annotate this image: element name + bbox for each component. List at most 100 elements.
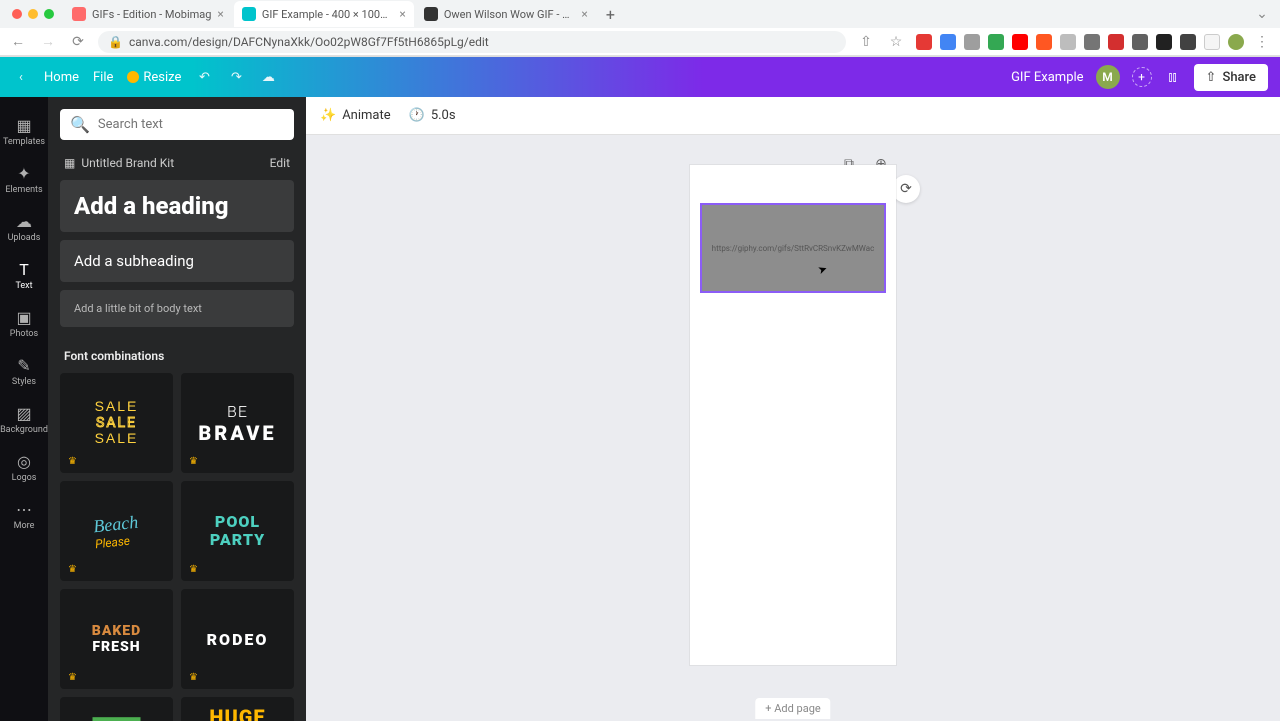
clock-icon: 🕐 [409,108,425,123]
rail-text[interactable]: TText [0,253,48,297]
duration-button[interactable]: 🕐 5.0s [409,108,456,123]
puzzle-icon[interactable] [1180,34,1196,50]
chevron-down-icon[interactable]: ⌄ [1252,6,1272,22]
rail-styles[interactable]: ✎Styles [0,349,48,393]
share-button[interactable]: ⇧ Share [1194,64,1268,91]
extension-icon[interactable] [964,34,980,50]
back-icon[interactable]: ‹ [12,68,30,86]
avatar[interactable]: M [1096,65,1120,89]
minimize-window-icon[interactable] [28,9,38,19]
close-window-icon[interactable] [12,9,22,19]
extension-icon[interactable] [1108,34,1124,50]
font-combo-baked[interactable]: BAKEDFRESH♛ [60,589,173,689]
font-combo-pool[interactable]: POOLPARTY♛ [181,481,294,581]
font-combo-huge[interactable]: HUGE [181,697,294,721]
panel-icon[interactable] [1204,34,1220,50]
crown-icon: ♛ [68,672,77,683]
selected-text-element[interactable]: ➤ https://giphy.com/gifs/SttRvCRSnvKZwMW… [700,203,886,293]
edit-brand-button[interactable]: Edit [270,156,290,170]
add-collaborator-button[interactable]: + [1132,67,1152,87]
file-menu[interactable]: File [93,70,113,85]
rail-elements[interactable]: ✦Elements [0,157,48,201]
insights-icon[interactable]: ⫾⫾ [1164,68,1182,86]
close-tab-icon[interactable]: × [399,7,405,21]
search-input[interactable]: 🔍 [60,109,294,140]
extension-icon[interactable] [1012,34,1028,50]
crown-icon: ♛ [68,564,77,575]
extension-icon[interactable] [1156,34,1172,50]
design-stage[interactable]: ➤ https://giphy.com/gifs/SttRvCRSnvKZwMW… [306,135,1280,721]
elements-icon: ✦ [14,163,34,183]
rail-photos[interactable]: ▣Photos [0,301,48,345]
crown-icon: ♛ [68,456,77,467]
extension-icon[interactable] [1060,34,1076,50]
window-controls[interactable] [8,9,62,19]
font-combo-beach[interactable]: BeachPlease♛ [60,481,173,581]
redo-button[interactable]: ↷ [227,68,245,86]
rail-background[interactable]: ▨Background [0,397,48,441]
rail-templates[interactable]: ▦Templates [0,109,48,153]
font-combo-brave[interactable]: BEBRAVE♛ [181,373,294,473]
tool-rail: ▦Templates ✦Elements ☁Uploads TText ▣Pho… [0,97,48,721]
add-heading-button[interactable]: Add a heading [60,180,294,232]
animate-button[interactable]: ✨ Animate [320,108,391,123]
brand-kit-row: ▦ Untitled Brand Kit Edit [48,152,306,180]
body-label: Add a little bit of body text [74,302,280,315]
maximize-window-icon[interactable] [44,9,54,19]
browser-tab[interactable]: Owen Wilson Wow GIF - Find & × [416,1,596,27]
add-body-button[interactable]: Add a little bit of body text [60,290,294,327]
photos-icon: ▣ [14,307,34,327]
extension-icon[interactable] [1036,34,1052,50]
extension-icon[interactable] [1132,34,1148,50]
favicon-icon [242,7,256,21]
reload-button[interactable]: ⟳ [68,34,88,50]
extension-icon[interactable] [988,34,1004,50]
upload-icon: ⇧ [1206,70,1217,85]
design-page[interactable]: ➤ https://giphy.com/gifs/SttRvCRSnvKZwMW… [690,165,896,665]
font-combo-rodeo[interactable]: RODEO♛ [181,589,294,689]
new-tab-button[interactable]: + [598,5,623,24]
tab-bar: GIFs - Edition - Mobimag × GIF Example -… [0,0,1280,28]
text-icon: T [14,259,34,279]
rail-logos[interactable]: ◎Logos [0,445,48,489]
logos-icon: ◎ [14,451,34,471]
resize-button[interactable]: Resize [127,70,181,85]
header-left: ‹ Home File Resize ↶ ↷ ☁ [12,68,277,86]
background-icon: ▨ [14,403,34,423]
browser-tab[interactable]: GIFs - Edition - Mobimag × [64,1,232,27]
undo-button[interactable]: ↶ [195,68,213,86]
search-field[interactable] [98,117,284,132]
crown-icon: ♛ [189,672,198,683]
favicon-icon [424,7,438,21]
profile-avatar-icon[interactable] [1228,34,1244,50]
extension-icon[interactable] [940,34,956,50]
palette-icon: ▦ [64,156,75,170]
extension-icon[interactable] [1084,34,1100,50]
star-icon[interactable]: ☆ [886,34,906,50]
extension-icon[interactable] [916,34,932,50]
rail-uploads[interactable]: ☁Uploads [0,205,48,249]
search-icon: 🔍 [70,115,90,134]
close-tab-icon[interactable]: × [217,7,223,21]
cloud-sync-icon[interactable]: ☁ [259,68,277,86]
context-toolbar: ✨ Animate 🕐 5.0s [306,97,1280,135]
rail-more[interactable]: ⋯More [0,493,48,537]
back-button[interactable]: ← [8,33,28,50]
close-tab-icon[interactable]: × [581,7,587,21]
address-bar[interactable]: 🔒 canva.com/design/DAFCNynaXkk/Oo02pW8Gf… [98,31,846,53]
browser-tab[interactable]: GIF Example - 400 × 1000px × [234,1,414,27]
cursor-icon: ➤ [816,262,829,277]
font-combos-label: Font combinations [48,335,306,373]
address-row: ← → ⟳ 🔒 canva.com/design/DAFCNynaXkk/Oo0… [0,28,1280,56]
forward-button[interactable]: → [38,33,58,50]
lock-icon: 🔒 [108,35,123,49]
font-combo-sale[interactable]: SALESALESALE♛ [60,373,173,473]
crown-icon: ♛ [189,456,198,467]
home-button[interactable]: Home [44,70,79,85]
project-name[interactable]: GIF Example [1011,70,1083,85]
kebab-menu-icon[interactable]: ⋮ [1252,34,1272,50]
add-subheading-button[interactable]: Add a subheading [60,240,294,282]
font-combo-green[interactable]: ▬▬▬ [60,697,173,721]
add-page-button[interactable]: + Add page [755,698,830,719]
share-url-icon[interactable]: ⇧ [856,34,876,50]
